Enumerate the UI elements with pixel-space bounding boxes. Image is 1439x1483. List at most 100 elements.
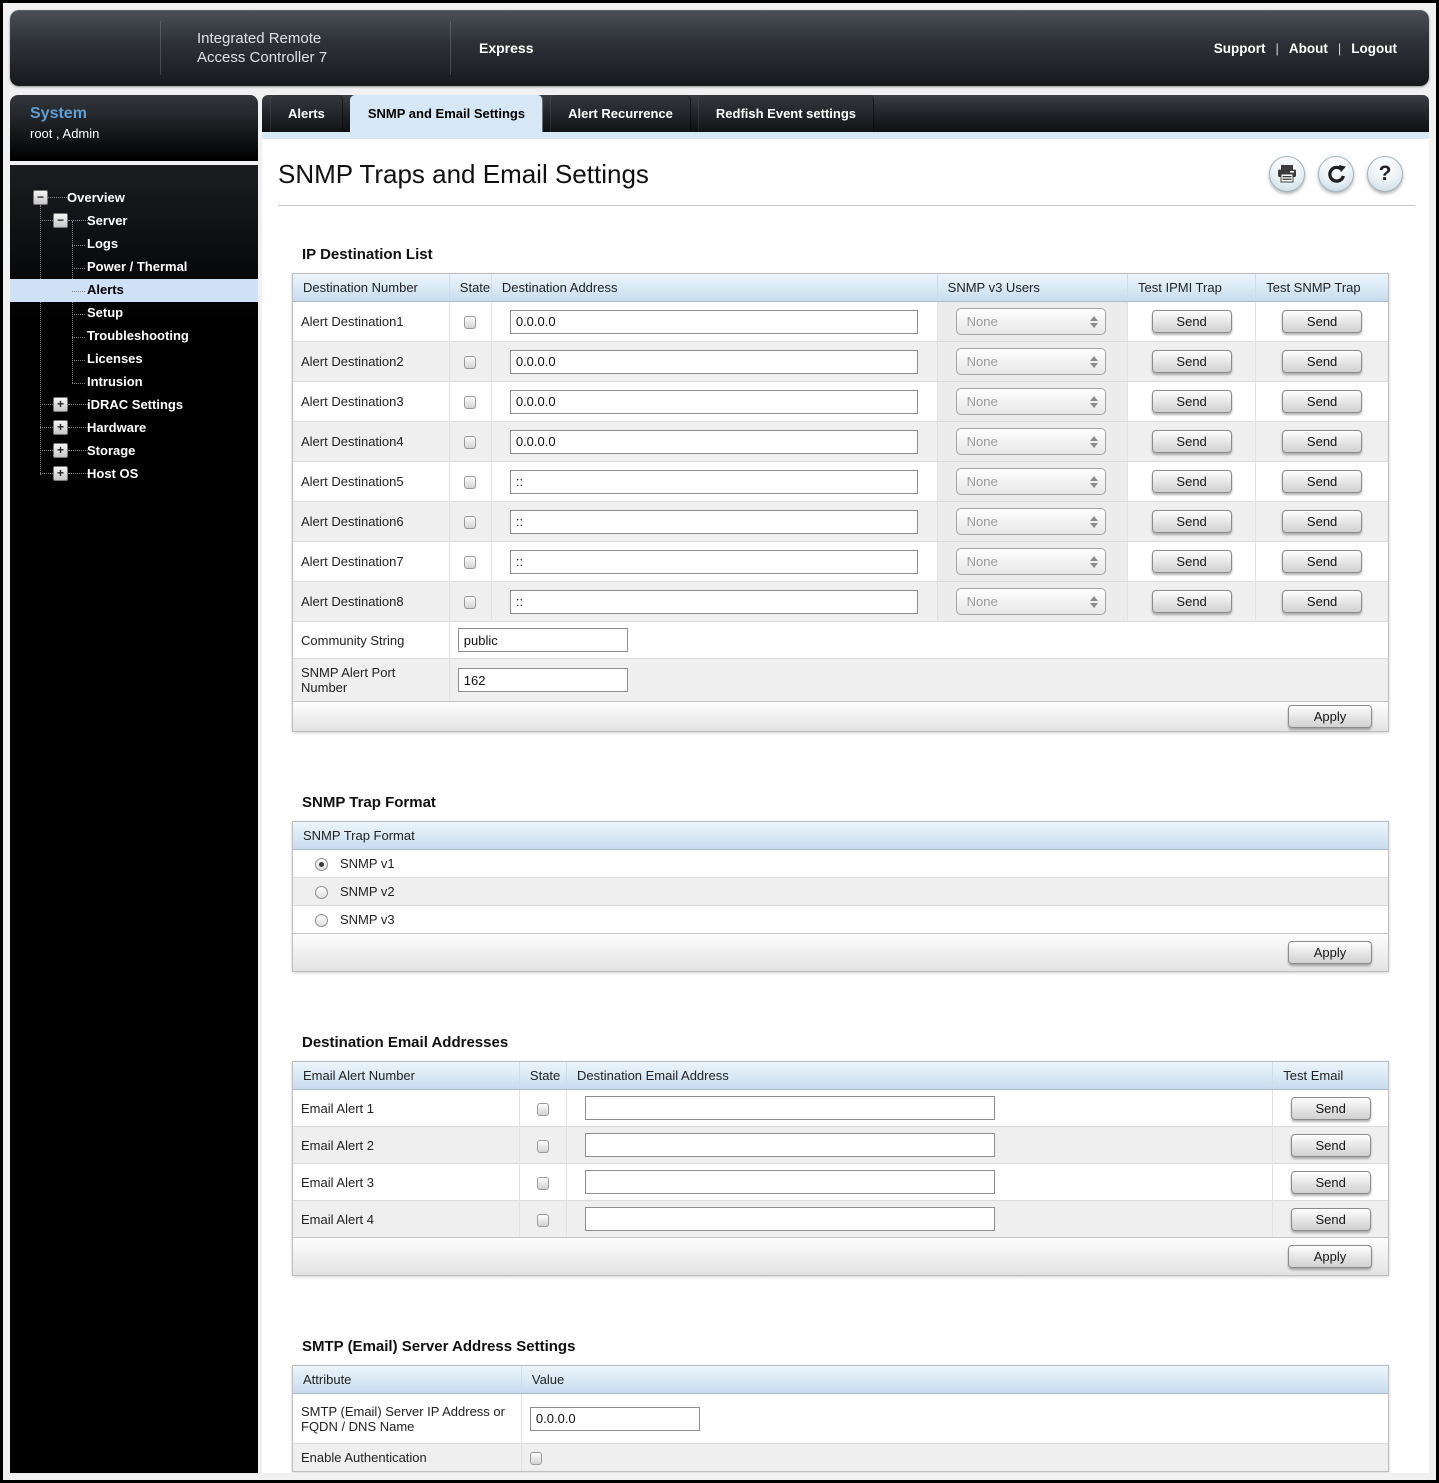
test-snmp-send-button[interactable]: Send xyxy=(1282,470,1363,493)
sidebar-item-storage[interactable]: + Storage xyxy=(10,440,258,463)
test-snmp-send-button[interactable]: Send xyxy=(1282,550,1363,573)
test-ipmi-send-button[interactable]: Send xyxy=(1151,350,1232,373)
radio-snmp-v2[interactable] xyxy=(315,886,328,900)
test-email-send-button[interactable]: Send xyxy=(1290,1096,1371,1120)
snmp-v3-user-select[interactable]: None xyxy=(955,428,1106,455)
state-checkbox[interactable] xyxy=(464,356,477,370)
sidebar-item-power-thermal[interactable]: Power / Thermal xyxy=(10,256,258,279)
tab-alerts[interactable]: Alerts xyxy=(270,95,343,132)
select-spinner-icon xyxy=(1089,595,1098,608)
destination-address-input[interactable] xyxy=(509,509,918,534)
tab-alert-recurrence[interactable]: Alert Recurrence xyxy=(550,95,691,132)
about-link[interactable]: About xyxy=(1289,41,1328,56)
destination-email-input[interactable] xyxy=(584,1096,995,1121)
snmp-v3-user-select[interactable]: None xyxy=(955,588,1106,615)
enable-authentication-checkbox[interactable] xyxy=(529,1452,542,1466)
print-icon[interactable] xyxy=(1269,156,1305,192)
test-email-send-button[interactable]: Send xyxy=(1290,1207,1371,1231)
destination-email-input[interactable] xyxy=(584,1207,995,1232)
test-snmp-send-button[interactable]: Send xyxy=(1282,390,1363,413)
sidebar-item-label: Overview xyxy=(67,190,125,205)
destination-address-input[interactable] xyxy=(509,429,918,454)
test-ipmi-send-button[interactable]: Send xyxy=(1151,510,1232,533)
email-apply-button[interactable]: Apply xyxy=(1288,1245,1372,1269)
snmp-v3-user-select[interactable]: None xyxy=(955,468,1106,495)
destination-address-input[interactable] xyxy=(509,309,918,334)
destination-address-input[interactable] xyxy=(509,349,918,374)
sidebar-item-logs[interactable]: Logs xyxy=(10,233,258,256)
sidebar-item-alerts[interactable]: Alerts xyxy=(10,279,258,302)
destination-address-input[interactable] xyxy=(509,389,918,414)
test-ipmi-send-button[interactable]: Send xyxy=(1151,470,1232,493)
ip-apply-button[interactable]: Apply xyxy=(1288,705,1372,728)
sidebar-item-hardware[interactable]: + Hardware xyxy=(10,417,258,440)
state-checkbox[interactable] xyxy=(536,1139,549,1153)
support-link[interactable]: Support xyxy=(1214,41,1266,56)
test-email-send-button[interactable]: Send xyxy=(1290,1133,1371,1157)
sidebar-item-troubleshooting[interactable]: Troubleshooting xyxy=(10,325,258,348)
help-icon[interactable]: ? xyxy=(1367,156,1403,192)
destination-address-input[interactable] xyxy=(509,469,918,494)
test-snmp-send-button[interactable]: Send xyxy=(1282,350,1363,373)
spinner-down-arrow xyxy=(1089,482,1098,488)
state-checkbox[interactable] xyxy=(464,316,477,330)
state-checkbox[interactable] xyxy=(464,596,477,610)
expand-icon[interactable]: + xyxy=(40,443,88,458)
test-ipmi-send-button[interactable]: Send xyxy=(1151,310,1232,333)
sidebar-item-host-os[interactable]: + Host OS xyxy=(10,463,258,486)
test-snmp-send-button[interactable]: Send xyxy=(1282,310,1363,333)
test-ipmi-send-button[interactable]: Send xyxy=(1151,430,1232,453)
snmp-v3-user-select[interactable]: None xyxy=(955,348,1106,375)
refresh-icon[interactable] xyxy=(1318,156,1354,192)
ip-destination-tbody: Alert Destination1NoneSendSendAlert Dest… xyxy=(293,301,1388,701)
destination-address-input[interactable] xyxy=(509,549,918,574)
radio-snmp-v1[interactable] xyxy=(315,858,328,872)
select-value: None xyxy=(966,314,998,329)
sidebar-item-idrac-settings[interactable]: + iDRAC Settings xyxy=(10,394,258,417)
tab-snmp-and-email-settings[interactable]: SNMP and Email Settings xyxy=(349,95,544,132)
snmp-v3-user-select[interactable]: None xyxy=(955,548,1106,575)
collapse-icon[interactable]: − xyxy=(33,190,67,205)
state-checkbox[interactable] xyxy=(536,1213,549,1227)
state-checkbox[interactable] xyxy=(536,1102,549,1116)
test-ipmi-send-button[interactable]: Send xyxy=(1151,590,1232,613)
state-checkbox[interactable] xyxy=(464,436,477,450)
destination-email-input[interactable] xyxy=(584,1133,995,1158)
expand-icon[interactable]: + xyxy=(40,466,88,481)
tab-redfish-event-settings[interactable]: Redfish Event settings xyxy=(697,95,875,132)
state-checkbox[interactable] xyxy=(536,1176,549,1190)
test-snmp-send-button[interactable]: Send xyxy=(1282,430,1363,453)
radio-snmp-v3[interactable] xyxy=(315,914,328,928)
ip-destination-table: Destination Number State Destination Add… xyxy=(293,274,1388,701)
sidebar-item-intrusion[interactable]: Intrusion xyxy=(10,371,258,394)
system-label[interactable]: System xyxy=(30,104,258,124)
community-string-input[interactable] xyxy=(457,628,628,652)
snmp-trap-format-header-row: SNMP Trap Format xyxy=(293,822,1388,850)
logout-link[interactable]: Logout xyxy=(1351,41,1397,56)
trap-format-apply-button[interactable]: Apply xyxy=(1288,941,1372,965)
snmp-v3-user-select[interactable]: None xyxy=(955,308,1106,335)
sidebar-item-licenses[interactable]: Licenses xyxy=(10,348,258,371)
test-ipmi-send-button[interactable]: Send xyxy=(1151,390,1232,413)
expand-icon[interactable]: + xyxy=(40,420,88,435)
test-snmp-send-button[interactable]: Send xyxy=(1282,510,1363,533)
snmp-v3-user-select[interactable]: None xyxy=(955,508,1106,535)
state-checkbox[interactable] xyxy=(464,556,477,570)
smtp-server-input[interactable] xyxy=(529,1406,700,1431)
state-checkbox[interactable] xyxy=(464,516,477,530)
test-ipmi-send-button[interactable]: Send xyxy=(1151,550,1232,573)
state-checkbox[interactable] xyxy=(464,476,477,490)
collapse-icon[interactable]: − xyxy=(40,213,88,228)
test-email-send-button[interactable]: Send xyxy=(1290,1170,1371,1194)
snmp-v3-user-select[interactable]: None xyxy=(955,388,1106,415)
snmp-alert-port-input[interactable] xyxy=(457,668,628,692)
sidebar-item-setup[interactable]: Setup xyxy=(10,302,258,325)
test-snmp-send-button[interactable]: Send xyxy=(1282,590,1363,613)
destination-email-input[interactable] xyxy=(584,1170,995,1195)
sidebar-item-server[interactable]: − Server xyxy=(10,210,258,233)
sidebar-item-overview[interactable]: − Overview xyxy=(10,187,258,210)
expand-icon[interactable]: + xyxy=(40,397,88,412)
destination-address-input[interactable] xyxy=(509,589,918,614)
col-snmp-trap-format: SNMP Trap Format xyxy=(293,822,1388,850)
state-checkbox[interactable] xyxy=(464,396,477,410)
